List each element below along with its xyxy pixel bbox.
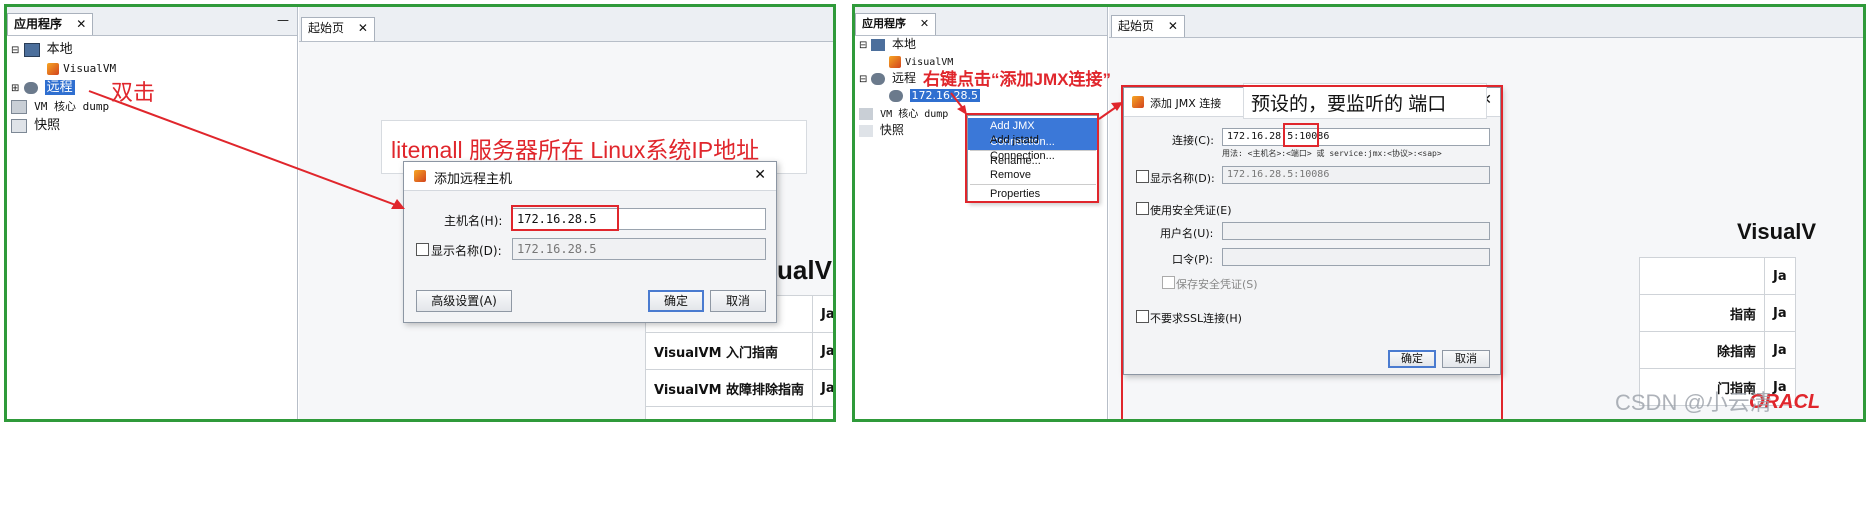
- left-screenshot-panel: 应用程序 ✕ — ⊟ 本地 VisualVM ⊞ 远程 VM 核心 dump 快…: [4, 4, 836, 422]
- right-screenshot-panel: 应用程序 ✕ ⊟ 本地 VisualVM ⊟ 远程 172.16.28.5 VM…: [852, 4, 1866, 422]
- annotation-arrow: [88, 90, 405, 209]
- annotation-arrow: [950, 92, 1123, 120]
